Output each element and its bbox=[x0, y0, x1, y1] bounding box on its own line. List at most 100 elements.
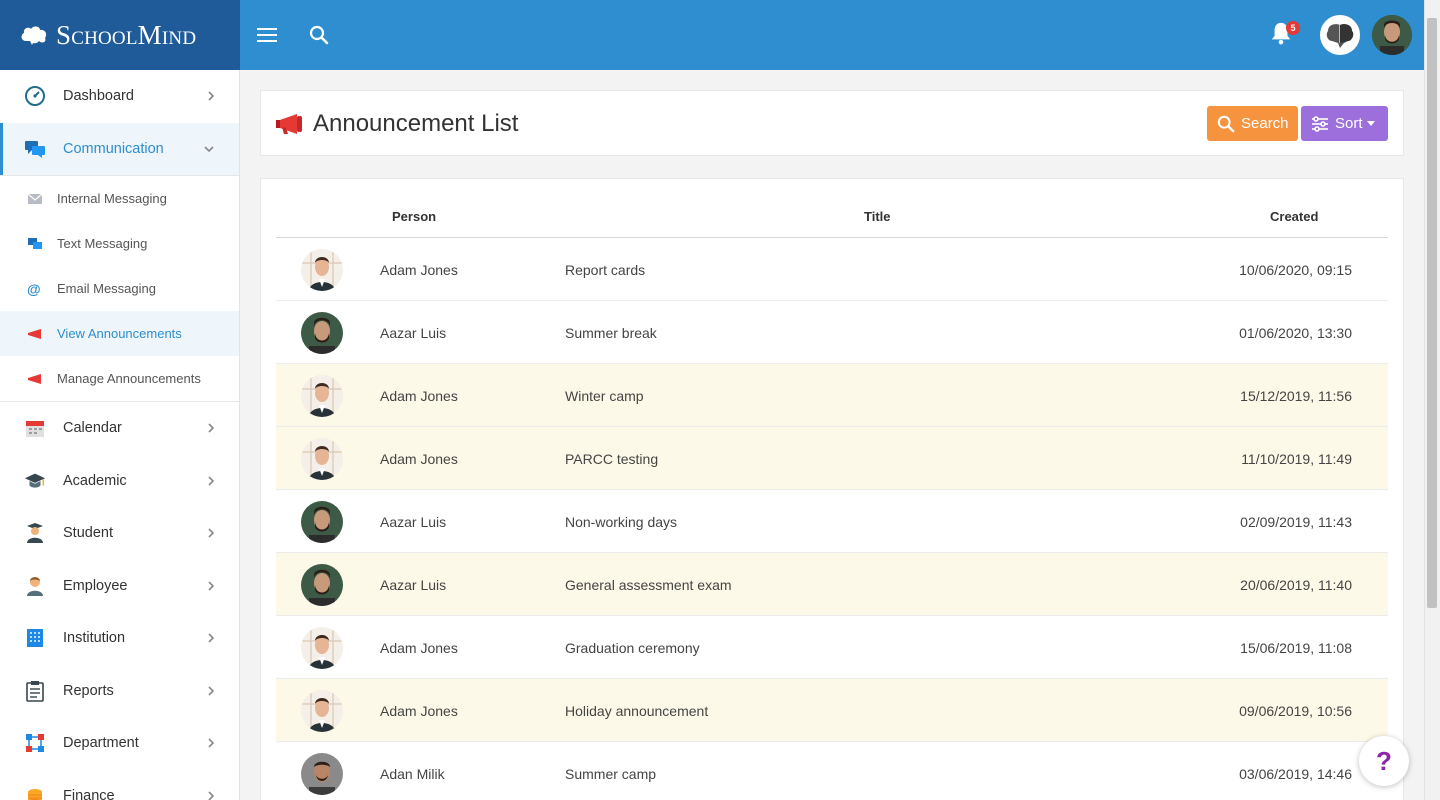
person-name: Aazar Luis bbox=[380, 514, 447, 530]
sidebar-item-label: Dashboard bbox=[63, 88, 134, 105]
megaphone-icon bbox=[275, 112, 305, 141]
created-date: 15/06/2019, 11:08 bbox=[1240, 640, 1352, 656]
scrollbar-thumb[interactable] bbox=[1427, 18, 1437, 608]
table-row[interactable]: Adam Jones PARCC testing 11/10/2019, 11:49 bbox=[276, 427, 1388, 490]
school-avatar[interactable] bbox=[1320, 15, 1360, 55]
megaphone-icon bbox=[27, 373, 43, 385]
table-row[interactable]: Adam Jones Graduation ceremony 15/06/2019,… bbox=[276, 616, 1388, 679]
created-date: 03/06/2019, 14:46 bbox=[1239, 766, 1352, 782]
help-button[interactable]: ? bbox=[1359, 736, 1409, 786]
clipboard-icon bbox=[24, 680, 46, 702]
avatar bbox=[301, 312, 343, 354]
column-header-person[interactable]: Person bbox=[392, 209, 436, 224]
created-date: 09/06/2019, 10:56 bbox=[1239, 703, 1352, 719]
chat-bubbles-icon bbox=[27, 237, 43, 251]
created-date: 11/10/2019, 11:49 bbox=[1241, 451, 1352, 467]
sidebar-subitem-email-messaging[interactable]: @ Email Messaging bbox=[0, 266, 239, 311]
person-name: Aazar Luis bbox=[380, 325, 447, 341]
table-row[interactable]: Aazar Luis General assessment exam 20/06/2… bbox=[276, 553, 1388, 616]
created-date: 02/09/2019, 11:43 bbox=[1240, 514, 1352, 530]
subitem-label: View Announcements bbox=[57, 326, 182, 341]
search-button-label: Search bbox=[1241, 115, 1289, 132]
person-name: Adam Jones bbox=[380, 451, 458, 467]
brand-name: SchoolMind bbox=[56, 19, 197, 50]
chevron-right-icon bbox=[208, 686, 215, 696]
coins-icon bbox=[24, 785, 46, 800]
employee-icon bbox=[24, 575, 46, 597]
search-button[interactable]: Search bbox=[1207, 106, 1298, 141]
person-name: Adam Jones bbox=[380, 388, 458, 404]
calendar-icon bbox=[24, 417, 46, 439]
sidebar-item-label: Finance bbox=[63, 787, 115, 800]
at-sign-icon: @ bbox=[27, 280, 41, 297]
avatar bbox=[301, 249, 343, 291]
sidebar-item-reports[interactable]: Reports bbox=[0, 665, 239, 718]
sidebar-item-label: Communication bbox=[63, 140, 164, 157]
announcement-title[interactable]: PARCC testing bbox=[565, 451, 658, 467]
table-row[interactable]: Aazar Luis Summer break 01/06/2020, 13:30 bbox=[276, 301, 1388, 364]
table-row[interactable]: Aazar Luis Non-working days 02/09/2019, 11… bbox=[276, 490, 1388, 553]
sidebar-item-department[interactable]: Department bbox=[0, 717, 239, 770]
sort-dropdown-button[interactable]: Sort bbox=[1301, 106, 1388, 141]
communication-submenu: Internal Messaging Text Messaging @ Emai… bbox=[0, 175, 239, 402]
chevron-right-icon bbox=[208, 738, 215, 748]
table-row[interactable]: Adan Milik Summer camp 03/06/2019, 14:46 bbox=[276, 742, 1388, 800]
sidebar-item-dashboard[interactable]: Dashboard bbox=[0, 70, 239, 123]
caret-down-icon bbox=[1366, 121, 1375, 126]
sidebar-item-label: Student bbox=[63, 525, 113, 542]
avatar bbox=[301, 438, 343, 480]
sidebar-item-label: Reports bbox=[63, 682, 114, 699]
announcement-title[interactable]: Non-working days bbox=[565, 514, 677, 530]
avatar bbox=[301, 564, 343, 606]
sidebar-item-communication[interactable]: Communication bbox=[0, 122, 239, 175]
chevron-right-icon bbox=[208, 581, 215, 591]
avatar bbox=[301, 627, 343, 669]
sidebar-item-institution[interactable]: Institution bbox=[0, 612, 239, 665]
sort-button-label: Sort bbox=[1335, 115, 1363, 132]
sidebar-item-label: Institution bbox=[63, 630, 126, 647]
announcement-title[interactable]: Summer break bbox=[565, 325, 657, 341]
sidebar-subitem-manage-announcements[interactable]: Manage Announcements bbox=[0, 356, 239, 401]
dashboard-gauge-icon bbox=[24, 85, 46, 107]
announcement-title[interactable]: Winter camp bbox=[565, 388, 644, 404]
table-row[interactable]: Adam Jones Report cards 10/06/2020, 09:15 bbox=[276, 238, 1388, 301]
megaphone-icon bbox=[27, 328, 43, 340]
sidebar-item-finance[interactable]: Finance bbox=[0, 770, 239, 800]
sidebar-item-label: Department bbox=[63, 735, 139, 752]
table-row[interactable]: Adam Jones Holiday announcement 09/06/2019… bbox=[276, 679, 1388, 742]
sidebar-item-calendar[interactable]: Calendar bbox=[0, 402, 239, 455]
table-row[interactable]: Adam Jones Winter camp 15/12/2019, 11:56 bbox=[276, 364, 1388, 427]
person-name: Adam Jones bbox=[380, 703, 458, 719]
announcement-title[interactable]: Graduation ceremony bbox=[565, 640, 700, 656]
hamburger-menu-icon[interactable] bbox=[256, 24, 278, 46]
sidebar-subitem-internal-messaging[interactable]: Internal Messaging bbox=[0, 176, 239, 221]
subitem-label: Internal Messaging bbox=[57, 191, 167, 206]
search-icon[interactable] bbox=[308, 24, 330, 46]
chat-bubbles-icon bbox=[24, 138, 46, 160]
page-title: Announcement List bbox=[313, 110, 519, 137]
sidebar-item-label: Calendar bbox=[63, 420, 122, 437]
person-name: Aazar Luis bbox=[380, 577, 447, 593]
sidebar-item-academic[interactable]: Academic bbox=[0, 455, 239, 508]
announcement-title[interactable]: Holiday announcement bbox=[565, 703, 708, 719]
announcement-title[interactable]: Summer camp bbox=[565, 766, 656, 782]
sidebar-item-student[interactable]: Student bbox=[0, 507, 239, 560]
user-avatar[interactable] bbox=[1372, 15, 1412, 55]
brand-logo[interactable]: SchoolMind bbox=[0, 0, 240, 70]
column-header-created[interactable]: Created bbox=[1270, 209, 1318, 224]
search-icon bbox=[1217, 115, 1235, 133]
created-date: 20/06/2019, 11:40 bbox=[1240, 577, 1352, 593]
created-date: 01/06/2020, 13:30 bbox=[1239, 325, 1352, 341]
sidebar-item-employee[interactable]: Employee bbox=[0, 560, 239, 613]
announcement-title[interactable]: General assessment exam bbox=[565, 577, 732, 593]
brain-cloud-icon bbox=[21, 26, 47, 45]
column-header-title[interactable]: Title bbox=[864, 209, 891, 224]
sidebar-subitem-text-messaging[interactable]: Text Messaging bbox=[0, 221, 239, 266]
envelope-icon bbox=[27, 193, 43, 205]
chevron-right-icon bbox=[208, 91, 215, 101]
chevron-right-icon bbox=[208, 528, 215, 538]
announcement-title[interactable]: Report cards bbox=[565, 262, 645, 278]
notification-badge: 5 bbox=[1286, 21, 1300, 35]
sidebar-subitem-view-announcements[interactable]: View Announcements bbox=[0, 311, 239, 356]
sidebar-item-label: Academic bbox=[63, 472, 127, 489]
